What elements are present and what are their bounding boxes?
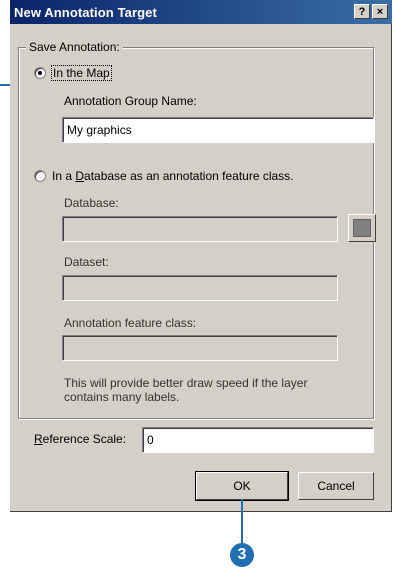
dataset-label: Dataset: (64, 255, 109, 269)
radio-in-database-label: In a Database as an annotation feature c… (52, 169, 294, 183)
radio-in-database[interactable]: In a Database as an annotation feature c… (34, 169, 294, 183)
annotation-group-name-label: Annotation Group Name: (64, 94, 197, 108)
dialog-title: New Annotation Target (14, 5, 157, 20)
draw-speed-note-line1: This will provide better draw speed if t… (64, 376, 308, 390)
database-label: Database: (64, 196, 119, 210)
ok-button[interactable]: OK (195, 471, 289, 501)
browse-icon (353, 219, 371, 237)
draw-speed-note-line2: contains many labels. (64, 390, 180, 404)
help-button[interactable]: ? (354, 4, 370, 19)
radio-in-the-map[interactable]: In the Map (34, 65, 112, 81)
annotation-feature-class-label: Annotation feature class: (64, 316, 197, 330)
browse-database-button[interactable] (348, 214, 376, 242)
step-callout-badge: 3 (230, 543, 254, 567)
annotation-feature-class-input[interactable] (62, 335, 338, 361)
help-icon: ? (358, 6, 366, 18)
database-input[interactable] (62, 216, 338, 242)
reference-scale-input[interactable]: 0 (142, 427, 374, 453)
radio-in-the-map-label: In the Map (51, 65, 112, 81)
dataset-input[interactable] (62, 275, 338, 301)
radio-in-database-indicator[interactable] (34, 170, 46, 182)
close-icon: × (376, 6, 384, 18)
reference-scale-label: Reference Scale: (34, 432, 127, 446)
callout-line-bottom (241, 499, 243, 549)
close-button[interactable]: × (372, 4, 388, 19)
radio-in-the-map-indicator[interactable] (34, 67, 46, 79)
save-annotation-legend: Save Annotation: (26, 40, 123, 54)
annotation-group-name-input[interactable]: My graphics (62, 117, 374, 143)
title-bar: New Annotation Target ? × (10, 0, 392, 24)
cancel-button[interactable]: Cancel (298, 472, 374, 500)
